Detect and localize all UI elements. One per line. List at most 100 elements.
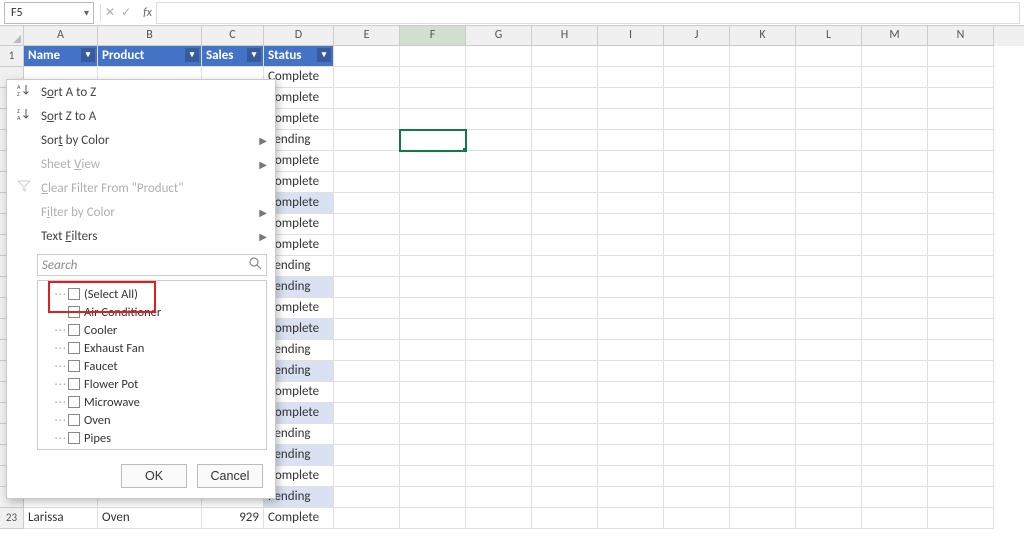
cell[interactable] (466, 319, 532, 340)
cell[interactable] (796, 46, 862, 67)
cell[interactable] (664, 46, 730, 67)
cell[interactable] (466, 403, 532, 424)
cell[interactable] (730, 130, 796, 151)
cell[interactable] (334, 88, 400, 109)
cell[interactable] (664, 172, 730, 193)
cell[interactable] (664, 214, 730, 235)
cell[interactable] (796, 67, 862, 88)
cell[interactable] (466, 256, 532, 277)
cell[interactable] (466, 88, 532, 109)
cell[interactable] (928, 67, 994, 88)
cell[interactable] (334, 235, 400, 256)
column-header-L[interactable]: L (796, 26, 862, 46)
cell[interactable] (730, 151, 796, 172)
cell[interactable] (466, 298, 532, 319)
cell[interactable] (400, 235, 466, 256)
cell[interactable] (928, 508, 994, 529)
cell[interactable] (532, 403, 598, 424)
cell[interactable] (466, 361, 532, 382)
cell[interactable] (664, 424, 730, 445)
cell[interactable] (400, 256, 466, 277)
filter-dropdown-icon[interactable]: ▾ (185, 48, 199, 62)
cell[interactable] (598, 277, 664, 298)
cell[interactable] (928, 382, 994, 403)
cell[interactable]: 929 (202, 508, 264, 529)
cell[interactable] (862, 382, 928, 403)
cell[interactable] (928, 403, 994, 424)
cell[interactable] (334, 109, 400, 130)
row-header[interactable]: 1 (0, 46, 24, 67)
filter-values-tree[interactable]: ⋯(Select All)⋯Air Conditioner⋯Cooler⋯Exh… (37, 280, 267, 450)
cell[interactable] (466, 109, 532, 130)
checkbox-icon[interactable] (68, 324, 80, 336)
cell[interactable] (334, 277, 400, 298)
cell[interactable] (664, 256, 730, 277)
cell[interactable] (928, 466, 994, 487)
checkbox-icon[interactable] (68, 396, 80, 408)
cell[interactable] (796, 193, 862, 214)
cell[interactable] (334, 67, 400, 88)
cell[interactable] (796, 319, 862, 340)
cell[interactable] (466, 235, 532, 256)
cell[interactable] (796, 361, 862, 382)
cell[interactable] (466, 214, 532, 235)
cell[interactable] (598, 130, 664, 151)
cell[interactable] (928, 172, 994, 193)
cell[interactable] (796, 235, 862, 256)
cell[interactable] (598, 382, 664, 403)
cell[interactable] (598, 46, 664, 67)
cell[interactable] (466, 487, 532, 508)
filter-value-item[interactable]: ⋯Microwave (40, 393, 264, 411)
cell[interactable] (334, 340, 400, 361)
cell[interactable] (334, 46, 400, 67)
cell[interactable] (334, 508, 400, 529)
cell[interactable] (862, 256, 928, 277)
filter-select-all[interactable]: ⋯(Select All) (40, 285, 264, 303)
cell[interactable] (862, 151, 928, 172)
cell[interactable] (928, 424, 994, 445)
cell[interactable] (598, 151, 664, 172)
cell[interactable] (532, 193, 598, 214)
cell[interactable] (928, 445, 994, 466)
cell[interactable] (796, 277, 862, 298)
column-header-F[interactable]: F (400, 26, 466, 46)
cell[interactable] (664, 109, 730, 130)
cell[interactable] (598, 172, 664, 193)
checkbox-icon[interactable] (68, 288, 80, 300)
cell[interactable] (928, 340, 994, 361)
cell[interactable] (466, 151, 532, 172)
filter-dropdown-icon[interactable]: ▾ (247, 48, 261, 62)
cell[interactable] (796, 424, 862, 445)
cell[interactable] (730, 235, 796, 256)
filter-dropdown-icon[interactable]: ▾ (317, 48, 331, 62)
checkbox-icon[interactable] (68, 306, 80, 318)
cell[interactable] (664, 466, 730, 487)
cell[interactable] (862, 130, 928, 151)
cell[interactable] (730, 340, 796, 361)
cell[interactable] (400, 298, 466, 319)
filter-value-item[interactable]: ⋯Exhaust Fan (40, 339, 264, 357)
cell[interactable] (400, 109, 466, 130)
cell[interactable] (664, 151, 730, 172)
table-header-status[interactable]: Status▾ (264, 46, 334, 67)
cell[interactable] (928, 46, 994, 67)
cell[interactable] (730, 445, 796, 466)
cell[interactable] (598, 214, 664, 235)
cell[interactable] (796, 151, 862, 172)
filter-value-item[interactable]: ⋯Oven (40, 411, 264, 429)
name-box[interactable]: F5 ▾ (4, 2, 94, 24)
column-header-E[interactable]: E (334, 26, 400, 46)
cell[interactable] (334, 319, 400, 340)
cell[interactable] (400, 445, 466, 466)
cell[interactable] (466, 130, 532, 151)
cell[interactable] (730, 361, 796, 382)
cell[interactable] (862, 487, 928, 508)
cell[interactable] (532, 508, 598, 529)
cell[interactable] (598, 340, 664, 361)
cell[interactable] (400, 46, 466, 67)
cell[interactable] (664, 382, 730, 403)
cell[interactable] (334, 403, 400, 424)
cancel-formula-icon[interactable]: ✕ (105, 5, 115, 20)
cell[interactable] (862, 403, 928, 424)
cell[interactable] (796, 109, 862, 130)
